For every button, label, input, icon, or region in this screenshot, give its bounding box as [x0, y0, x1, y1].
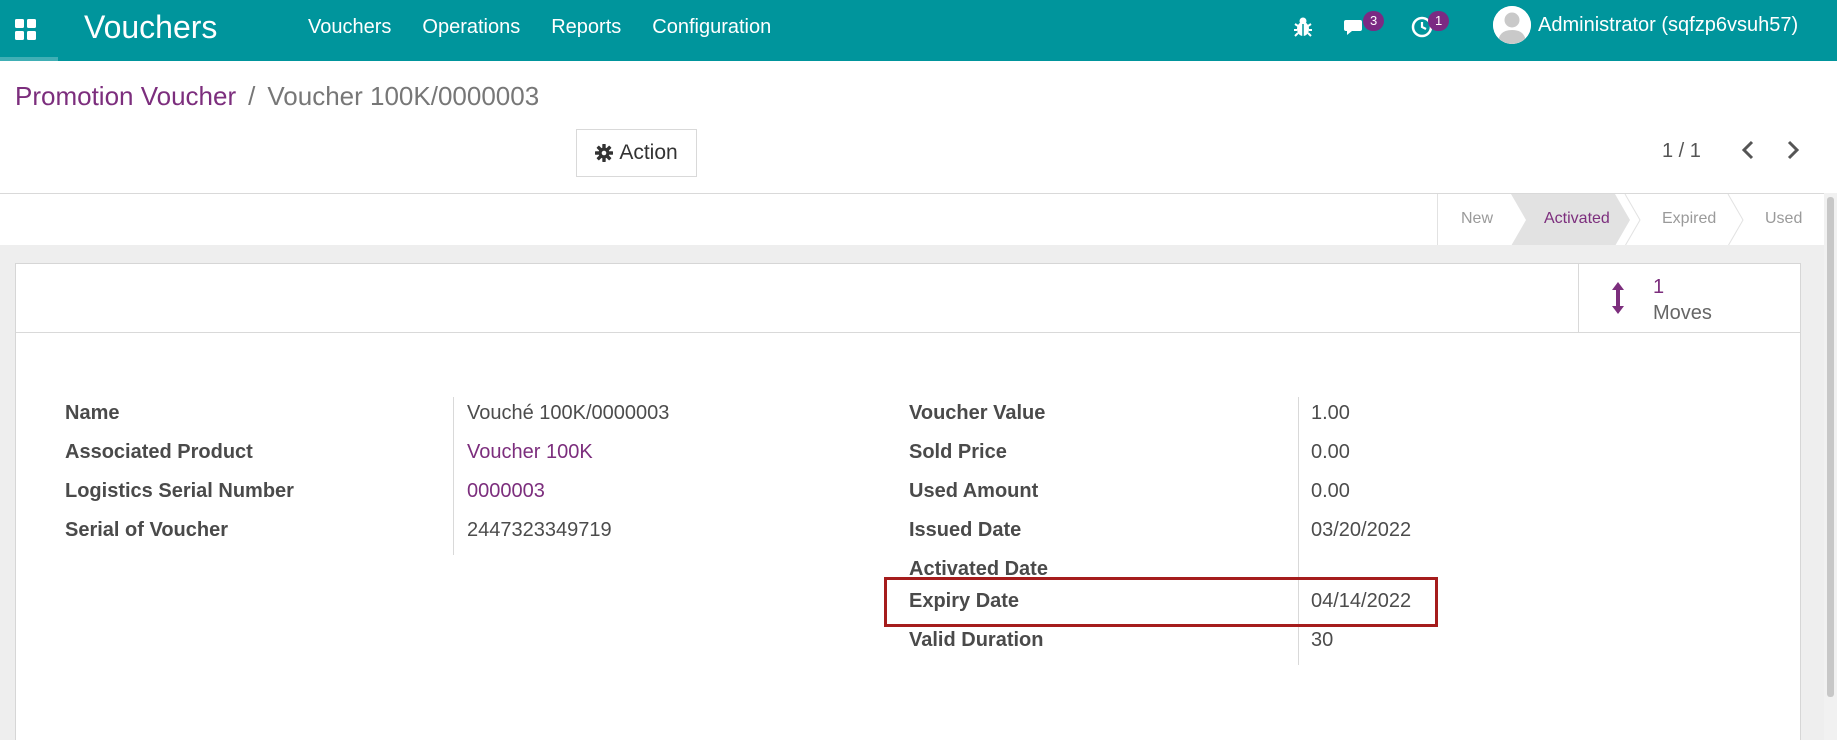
stage-divider [1437, 194, 1438, 246]
field-separator [453, 397, 454, 555]
breadcrumb-separator: / [248, 81, 256, 111]
menu-reports[interactable]: Reports [551, 15, 621, 39]
menu-vouchers[interactable]: Vouchers [308, 15, 391, 39]
logistics-serial-label: Logistics Serial Number [65, 480, 294, 502]
debug-bug-icon[interactable] [1293, 16, 1313, 38]
action-button[interactable]: Action [576, 129, 697, 177]
associated-product-link[interactable]: Voucher 100K [467, 441, 593, 464]
smart-button-box: 1 Moves [16, 264, 1800, 333]
associated-product-label: Associated Product [65, 441, 253, 463]
apps-active-indicator [0, 57, 58, 61]
name-value[interactable]: Vouché 100K/0000003 [467, 402, 669, 425]
previous-record-icon[interactable] [1737, 138, 1761, 162]
user-name: Administrator (sqfzp6vsuh57) [1538, 13, 1799, 36]
expiry-date-highlight-box [884, 577, 1438, 627]
serial-of-voucher-label: Serial of Voucher [65, 519, 229, 541]
messages-badge: 3 [1363, 11, 1385, 31]
stage-chevron [1727, 194, 1744, 246]
stage-expired[interactable]: Expired [1662, 210, 1716, 228]
activities-badge: 1 [1428, 11, 1450, 31]
voucher-value[interactable]: 1.00 [1311, 402, 1350, 425]
voucher-value-label: Voucher Value [909, 402, 1046, 424]
breadcrumb-parent-link[interactable]: Promotion Voucher [15, 81, 236, 111]
breadcrumb-current: Voucher 100K/0000003 [267, 81, 540, 111]
app-name[interactable]: Vouchers [84, 8, 217, 46]
name-label: Name [65, 402, 120, 424]
status-bar: New Activated Expired Used [0, 193, 1837, 247]
gear-icon [595, 144, 614, 162]
logistics-serial-link[interactable]: 0000003 [467, 480, 545, 503]
avatar [1493, 6, 1531, 44]
pager-value[interactable]: 1 / 1 [1662, 140, 1701, 163]
stage-chevron [1624, 194, 1641, 246]
serial-of-voucher-value[interactable]: 2447323349719 [467, 519, 612, 542]
moves-label: Moves [1653, 302, 1712, 324]
moves-smart-button[interactable]: 1 Moves [1578, 264, 1801, 332]
menu-configuration[interactable]: Configuration [652, 15, 771, 39]
sold-price-label: Sold Price [909, 441, 1007, 463]
scrollbar-thumb[interactable] [1827, 197, 1834, 697]
stage-new[interactable]: New [1461, 210, 1493, 228]
next-record-icon[interactable] [1780, 138, 1804, 162]
vertical-arrows-icon [1612, 282, 1624, 314]
used-amount-label: Used Amount [909, 480, 1039, 502]
user-avatar-icon [1493, 6, 1531, 44]
moves-count: 1 [1653, 276, 1665, 298]
action-button-label: Action [619, 141, 678, 164]
breadcrumb: Promotion Voucher / Voucher 100K/0000003 [15, 80, 539, 112]
apps-grid-icon[interactable] [15, 19, 36, 40]
top-navbar: Vouchers Vouchers Operations Reports Con… [0, 0, 1837, 61]
valid-duration-label: Valid Duration [909, 629, 1044, 651]
stage-activated[interactable]: Activated [1544, 210, 1610, 228]
sold-price-value[interactable]: 0.00 [1311, 441, 1350, 464]
valid-duration-value[interactable]: 30 [1311, 629, 1333, 652]
menu-operations[interactable]: Operations [422, 15, 520, 39]
issued-date-label: Issued Date [909, 519, 1022, 541]
main-menu: Vouchers Operations Reports Configuratio… [308, 15, 802, 39]
stage-used[interactable]: Used [1765, 210, 1802, 228]
issued-date-value[interactable]: 03/20/2022 [1311, 519, 1411, 542]
user-menu[interactable]: Administrator (sqfzp6vsuh57) [1493, 6, 1798, 44]
used-amount-value[interactable]: 0.00 [1311, 480, 1350, 503]
